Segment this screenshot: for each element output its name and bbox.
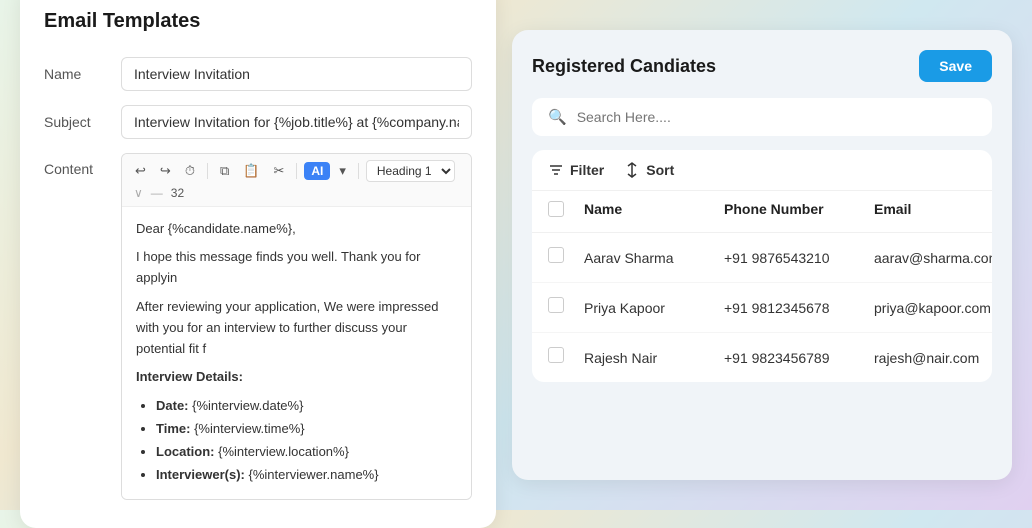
candidate-email-1: aarav@sharma.com	[874, 250, 992, 266]
candidates-table: Name Phone Number Email Aarav Sharma +91…	[532, 191, 992, 382]
content-row: Content ↩ ↪ ⏱ ⧉ 📋 ✂ AI ▾ Heading 1 ∨ — 3…	[44, 153, 472, 501]
line1-text: I hope this message finds you well. Than…	[136, 247, 457, 289]
paste-button[interactable]: 📋	[238, 160, 264, 182]
row-checkbox-cell	[548, 247, 584, 268]
filter-button[interactable]: Filter	[548, 162, 604, 178]
right-panel-header: Registered Candiates Save	[532, 50, 992, 82]
header-phone: Phone Number	[724, 201, 874, 222]
header-name: Name	[584, 201, 724, 222]
save-button[interactable]: Save	[919, 50, 992, 82]
header-email: Email	[874, 201, 976, 222]
candidates-table-container: Filter Sort Name Phone Number Email	[532, 150, 992, 382]
editor-toolbar: ↩ ↪ ⏱ ⧉ 📋 ✂ AI ▾ Heading 1 ∨ — 32	[122, 154, 471, 207]
content-label: Content	[44, 153, 109, 177]
bullet-interviewer: Interviewer(s): {%interviewer.name%}	[156, 465, 457, 486]
subject-row: Subject	[44, 105, 472, 139]
name-row: Name	[44, 57, 472, 91]
row-checkbox-cell	[548, 297, 584, 318]
cut-button[interactable]: ✂	[268, 160, 289, 182]
right-panel-title: Registered Candiates	[532, 56, 716, 77]
location-value: {%interview.location%}	[218, 444, 349, 459]
undo-button[interactable]: ↩	[130, 160, 151, 182]
greeting-text: Dear {%candidate.name%},	[136, 219, 457, 240]
heading-select[interactable]: Heading 1	[366, 160, 455, 182]
name-input[interactable]	[121, 57, 472, 91]
details-list: Date: {%interview.date%} Time: {%intervi…	[136, 396, 457, 485]
table-row: Aarav Sharma +91 9876543210 aarav@sharma…	[532, 233, 992, 283]
time-value: {%interview.time%}	[194, 421, 305, 436]
row-checkbox-3[interactable]	[548, 347, 564, 363]
search-icon: 🔍	[548, 108, 567, 126]
sort-button[interactable]: Sort	[624, 162, 674, 178]
table-row: Priya Kapoor +91 9812345678 priya@kapoor…	[532, 283, 992, 333]
candidate-name-1: Aarav Sharma	[584, 250, 724, 266]
details-heading: Interview Details:	[136, 367, 457, 388]
candidate-email-2: priya@kapoor.com	[874, 300, 991, 316]
subject-label: Subject	[44, 114, 109, 130]
select-all-checkbox[interactable]	[548, 201, 564, 217]
filter-sort-bar: Filter Sort	[532, 150, 992, 191]
line2-text: After reviewing your application, We wer…	[136, 297, 457, 359]
font-size-display: 32	[171, 186, 184, 200]
header-checkbox-cell	[548, 201, 584, 222]
table-header-row: Name Phone Number Email	[532, 191, 992, 233]
interviewer-value: {%interviewer.name%}	[249, 467, 379, 482]
date-value: {%interview.date%}	[192, 398, 303, 413]
filter-icon	[548, 162, 564, 178]
editor-content[interactable]: Dear {%candidate.name%}, I hope this mes…	[122, 207, 471, 500]
row-checkbox-2[interactable]	[548, 297, 564, 313]
name-label: Name	[44, 66, 109, 82]
bullet-location: Location: {%interview.location%}	[156, 442, 457, 463]
separator-1	[207, 163, 208, 179]
search-input[interactable]	[577, 109, 976, 125]
email-templates-panel: Email Templates Name Subject Content ↩ ↪…	[20, 0, 496, 528]
ai-button[interactable]: AI	[304, 162, 330, 180]
bullet-date: Date: {%interview.date%}	[156, 396, 457, 417]
row-checkbox-cell	[548, 347, 584, 368]
registered-candidates-panel: Registered Candiates Save 🔍 Filter	[512, 30, 1012, 480]
left-panel-title: Email Templates	[44, 10, 472, 33]
subject-input[interactable]	[121, 105, 472, 139]
editor-wrapper: ↩ ↪ ⏱ ⧉ 📋 ✂ AI ▾ Heading 1 ∨ — 32 Dear {…	[121, 153, 472, 501]
ai-dropdown-button[interactable]: ▾	[334, 160, 351, 182]
separator-2	[296, 163, 297, 179]
candidate-name-3: Rajesh Nair	[584, 350, 724, 366]
candidate-phone-1: +91 9876543210	[724, 250, 874, 266]
history-button[interactable]: ⏱	[180, 160, 200, 182]
table-row: Rajesh Nair +91 9823456789 rajesh@nair.c…	[532, 333, 992, 382]
search-bar: 🔍	[532, 98, 992, 136]
candidate-email-3: rajesh@nair.com	[874, 350, 979, 366]
candidate-name-2: Priya Kapoor	[584, 300, 724, 316]
redo-button[interactable]: ↪	[155, 160, 176, 182]
bullet-time: Time: {%interview.time%}	[156, 419, 457, 440]
candidate-phone-2: +91 9812345678	[724, 300, 874, 316]
separator-3	[358, 163, 359, 179]
row-checkbox-1[interactable]	[548, 247, 564, 263]
minus-icon: —	[151, 186, 163, 200]
sort-icon	[624, 162, 640, 178]
chevron-icon: ∨	[134, 186, 143, 200]
candidate-phone-3: +91 9823456789	[724, 350, 874, 366]
copy-button[interactable]: ⧉	[215, 160, 234, 182]
